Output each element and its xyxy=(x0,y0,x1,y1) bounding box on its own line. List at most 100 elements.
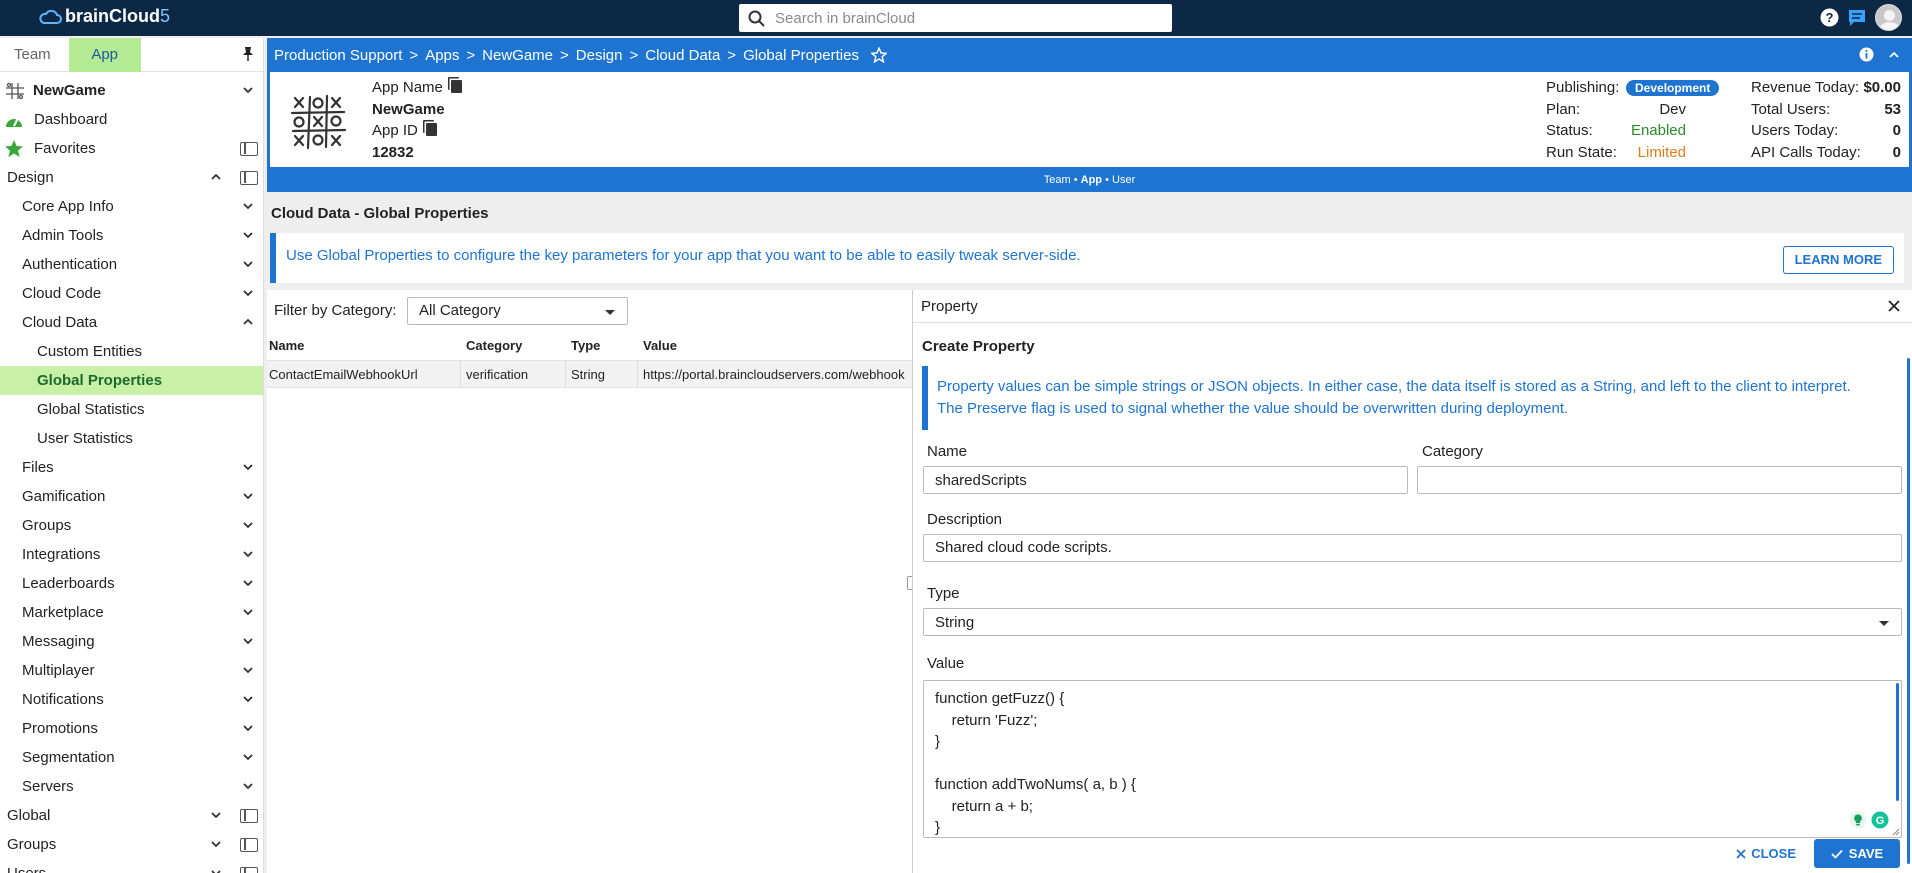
learn-more-button[interactable]: LEARN MORE xyxy=(1782,246,1894,274)
breadcrumb: Production Support > Apps > NewGame > Desig… xyxy=(267,38,1912,72)
panel-toggle-icon[interactable] xyxy=(240,867,258,873)
sidebar-item-global-statistics[interactable]: Global Statistics xyxy=(0,395,263,424)
sidebar-item-servers[interactable]: Servers xyxy=(0,772,263,801)
panel-toggle-icon[interactable] xyxy=(240,171,258,185)
chevron-up-icon xyxy=(211,173,221,180)
pin-icon[interactable] xyxy=(241,46,255,62)
breadcrumb-item[interactable]: Cloud Data xyxy=(645,47,720,64)
sidebar-item-label: Leaderboards xyxy=(22,575,115,592)
close-icon[interactable] xyxy=(1888,300,1900,312)
sidebar-item-cloud-code[interactable]: Cloud Code xyxy=(0,279,263,308)
sidebar-item-custom-entities[interactable]: Custom Entities xyxy=(0,337,263,366)
total-users-label: Total Users: xyxy=(1751,101,1831,118)
lightbulb-icon[interactable] xyxy=(1849,811,1867,829)
sidebar-item-integrations[interactable]: Integrations xyxy=(0,540,263,569)
sidebar-item-global-properties[interactable]: Global Properties xyxy=(0,366,263,395)
revenue-value: $0.00 xyxy=(1863,79,1901,96)
cell-name: ContactEmailWebhookUrl xyxy=(269,367,418,382)
panel-toggle-icon[interactable] xyxy=(240,142,258,156)
collapse-up-icon[interactable] xyxy=(1888,49,1900,61)
mode-team[interactable]: Team xyxy=(1044,174,1071,186)
save-button-label: SAVE xyxy=(1848,846,1884,861)
favorite-star-icon[interactable] xyxy=(870,47,887,63)
sidebar-item-user-statistics[interactable]: User Statistics xyxy=(0,424,263,453)
sidebar-item-groups[interactable]: Groups xyxy=(0,511,263,540)
sidebar-item-notifications[interactable]: Notifications xyxy=(0,685,263,714)
value-editor[interactable]: function getFuzz() { return 'Fuzz'; } fu… xyxy=(923,680,1902,838)
panel-scrollbar[interactable] xyxy=(1907,358,1910,864)
app-thumbnail-icon xyxy=(6,82,24,99)
sidebar-item-marketplace[interactable]: Marketplace xyxy=(0,598,263,627)
user-avatar[interactable] xyxy=(1875,4,1902,31)
app-tictactoe-icon xyxy=(290,94,347,150)
copy-icon[interactable] xyxy=(425,123,437,136)
app-id-label-row: App ID xyxy=(372,122,437,139)
property-info-banner: Property values can be simple strings or… xyxy=(922,366,1905,430)
mode-app[interactable]: App xyxy=(1081,174,1102,186)
name-field[interactable]: sharedScripts xyxy=(923,466,1408,494)
status-badge: Development xyxy=(1626,80,1720,96)
chat-icon[interactable] xyxy=(1847,8,1867,27)
sidebar-section-global[interactable]: Global xyxy=(0,801,263,830)
property-panel-header: Property xyxy=(913,290,1912,323)
sidebar-item-favorites[interactable]: Favorites xyxy=(0,134,263,163)
description-field[interactable]: Shared cloud code scripts. xyxy=(923,534,1902,562)
braincloud-logo[interactable]: brainCloud 5 xyxy=(38,6,170,27)
editor-scrollbar[interactable] xyxy=(1896,683,1899,801)
chevron-down-icon xyxy=(243,290,253,297)
sidebar-app-selector[interactable]: NewGame xyxy=(0,76,263,105)
breadcrumb-item[interactable]: Apps xyxy=(425,47,459,64)
sidebar-item-dashboard[interactable]: Dashboard xyxy=(0,105,263,134)
breadcrumb-item[interactable]: Design xyxy=(576,47,623,64)
sidebar-item-promotions[interactable]: Promotions xyxy=(0,714,263,743)
tab-team[interactable]: Team xyxy=(0,38,65,72)
sidebar-item-core-app-info[interactable]: Core App Info xyxy=(0,192,263,221)
sidebar-item-label: Global Statistics xyxy=(37,401,145,418)
sidebar-item-authentication[interactable]: Authentication xyxy=(0,250,263,279)
app-name: NewGame xyxy=(372,101,445,118)
breadcrumb-separator: > xyxy=(727,46,737,64)
sidebar-item-cloud-data[interactable]: Cloud Data xyxy=(0,308,263,337)
search-input[interactable] xyxy=(775,9,1155,27)
category-filter-select[interactable]: All Category xyxy=(407,297,628,325)
sidebar-item-admin-tools[interactable]: Admin Tools xyxy=(0,221,263,250)
type-select-value: String xyxy=(935,614,975,631)
info-icon[interactable] xyxy=(1859,47,1874,62)
table-row[interactable]: ContactEmailWebhookUrl verification Stri… xyxy=(267,360,912,388)
sidebar-section-users[interactable]: Users xyxy=(0,859,263,873)
sidebar-item-segmentation[interactable]: Segmentation xyxy=(0,743,263,772)
chevron-down-icon xyxy=(243,493,253,500)
sidebar-section-groups[interactable]: Groups xyxy=(0,830,263,859)
resize-handle-icon[interactable] xyxy=(1892,828,1900,836)
grammarly-icon[interactable]: G xyxy=(1871,811,1889,829)
tab-app[interactable]: App xyxy=(68,38,141,72)
close-button-label: CLOSE xyxy=(1751,846,1796,861)
sidebar-item-multiplayer[interactable]: Multiplayer xyxy=(0,656,263,685)
sidebar-item-leaderboards[interactable]: Leaderboards xyxy=(0,569,263,598)
sidebar-section-design[interactable]: Design xyxy=(0,163,263,192)
column-header-name[interactable]: Name xyxy=(269,338,304,353)
chevron-up-icon xyxy=(243,318,253,325)
sidebar-item-messaging[interactable]: Messaging xyxy=(0,627,263,656)
breadcrumb-item[interactable]: NewGame xyxy=(482,47,553,64)
type-select[interactable]: String xyxy=(923,608,1902,636)
global-search[interactable] xyxy=(739,4,1172,32)
sidebar-item-files[interactable]: Files xyxy=(0,453,263,482)
column-header-category[interactable]: Category xyxy=(466,338,522,353)
panel-toggle-icon[interactable] xyxy=(240,838,258,852)
panel-toggle-icon[interactable] xyxy=(240,809,258,823)
save-button[interactable]: SAVE xyxy=(1814,839,1900,868)
copy-icon[interactable] xyxy=(450,80,462,93)
breadcrumb-item[interactable]: Production Support xyxy=(274,47,402,64)
properties-list-pane: Filter by Category: All Category Name Ca… xyxy=(267,290,912,873)
category-field[interactable] xyxy=(1417,466,1902,494)
sidebar-section-label: Design xyxy=(7,169,54,186)
column-header-value[interactable]: Value xyxy=(643,338,677,353)
close-button[interactable]: CLOSE xyxy=(1736,846,1796,861)
column-header-type[interactable]: Type xyxy=(571,338,600,353)
code-line: function addTwoNums( a, b ) { xyxy=(935,776,1136,793)
help-icon[interactable]: ? xyxy=(1820,8,1839,27)
mode-user[interactable]: User xyxy=(1112,174,1135,186)
sidebar-item-label: Admin Tools xyxy=(22,227,104,244)
sidebar-item-gamification[interactable]: Gamification xyxy=(0,482,263,511)
